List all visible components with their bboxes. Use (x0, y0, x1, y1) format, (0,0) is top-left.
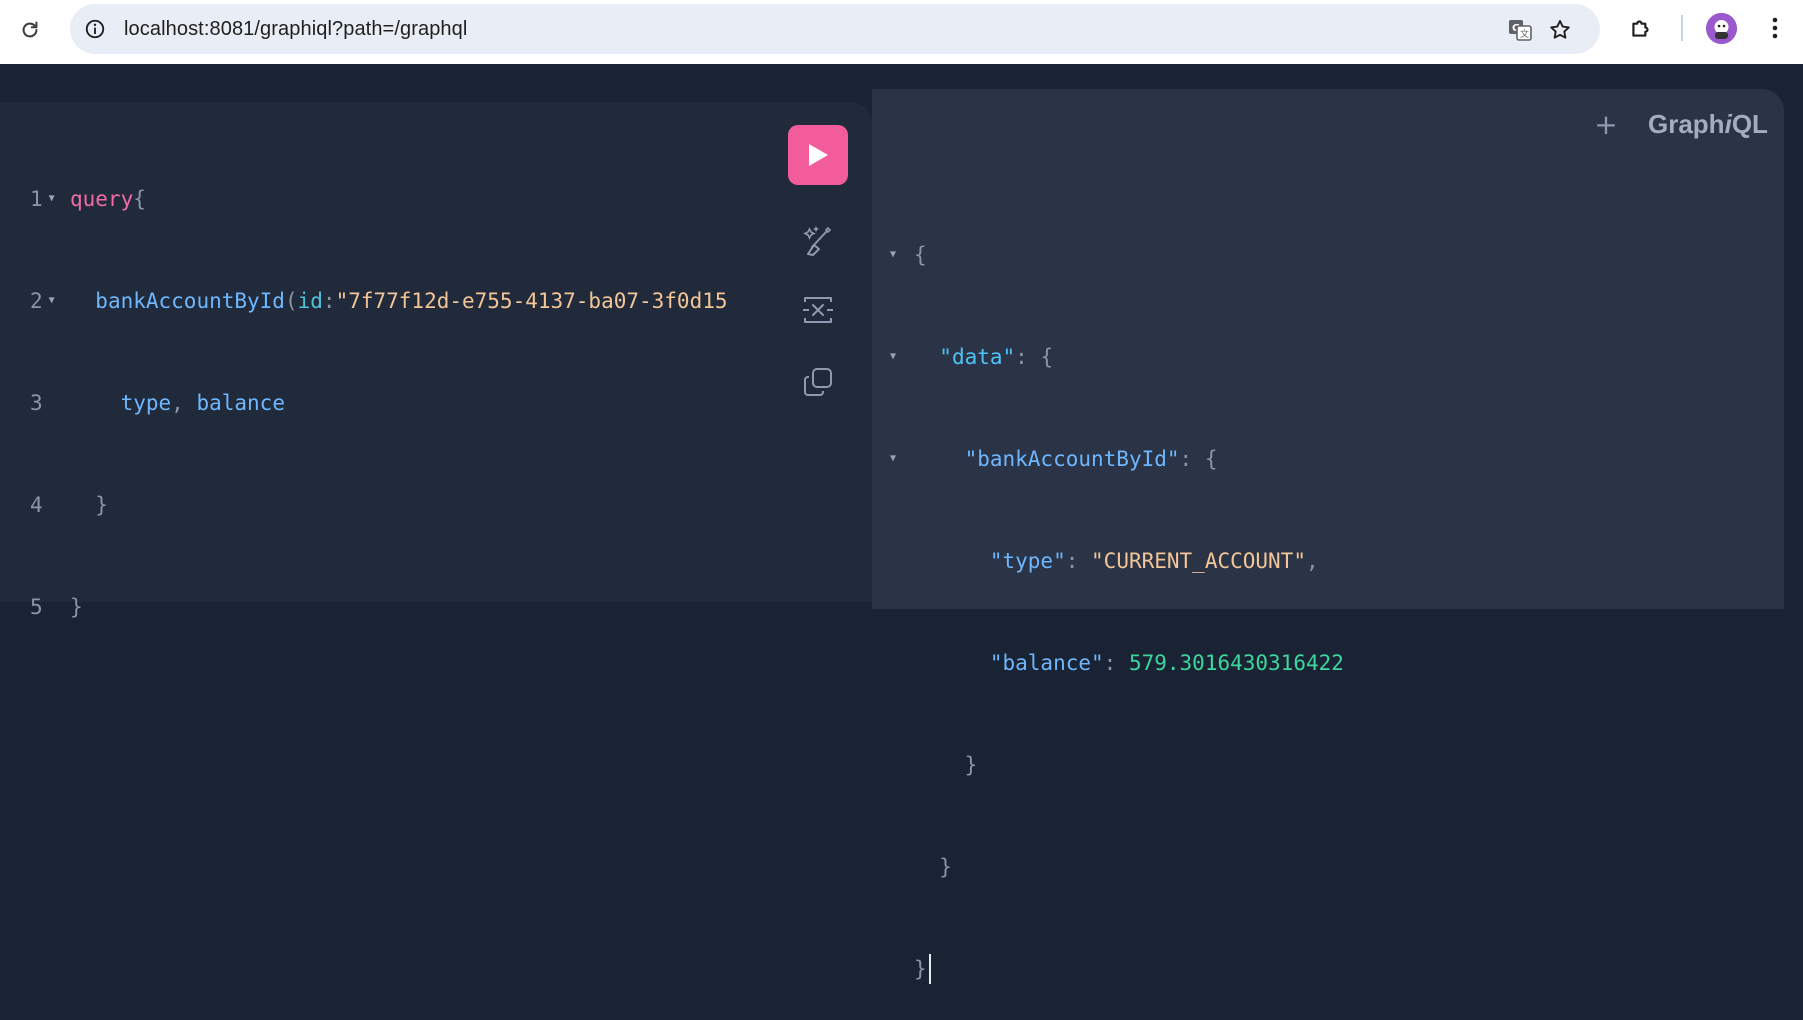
brace: } (95, 493, 108, 517)
colon: : (1065, 549, 1079, 573)
result-value-type: "CURRENT_ACCOUNT" (1091, 549, 1306, 573)
url-text[interactable]: localhost:8081/graphiql?path=/graphql (124, 4, 467, 54)
fold-arrow-icon[interactable]: ▼ (890, 238, 896, 272)
argument-name: id (297, 289, 323, 313)
line-numbers: 1 ▼ 2 ▼ 3 4 5 (30, 114, 70, 658)
profile-avatar[interactable] (1706, 13, 1737, 44)
line-number: 4 (30, 493, 43, 517)
logo-text-italic: i (1724, 109, 1732, 139)
brace: } (914, 957, 927, 981)
brace: { (1040, 345, 1054, 369)
colon: : (322, 289, 336, 313)
translate-icon[interactable]: G文 (1506, 16, 1534, 44)
result-key-balance: "balance" (989, 651, 1104, 675)
comma: , (1305, 549, 1319, 573)
comma: , (171, 391, 184, 415)
fold-arrow-icon[interactable]: ▼ (49, 182, 55, 216)
line-number: 3 (30, 391, 43, 415)
brace: { (133, 187, 146, 211)
run-query-button[interactable] (788, 125, 848, 185)
fold-arrow-icon[interactable]: ▼ (49, 284, 55, 318)
text-cursor (928, 954, 931, 984)
menu-kebab-icon[interactable] (1760, 13, 1790, 43)
line-number: 2 (30, 289, 43, 313)
result-key-data: "data" (939, 345, 1016, 369)
merge-fragments-icon[interactable] (798, 290, 838, 330)
argument-value: "7f77f12d-e755-4137-ba07-3f0d15 (335, 289, 728, 313)
colon: : (1103, 651, 1117, 675)
fold-arrow-icon[interactable]: ▼ (890, 442, 896, 476)
svg-text:文: 文 (1520, 28, 1529, 40)
result-viewer[interactable]: { "data": { "bankAccountById": { "type":… (914, 170, 1344, 1020)
brace: { (1204, 447, 1218, 471)
run-icon (809, 144, 828, 166)
colon: : (1015, 345, 1028, 369)
line-number: 1 (30, 187, 43, 211)
result-value-balance: 579.3016430316422 (1128, 651, 1344, 675)
query-keyword: query (70, 187, 134, 211)
prettify-icon[interactable] (798, 220, 838, 260)
extensions-icon[interactable] (1626, 13, 1656, 43)
result-fold-gutter: ▼ ▼ ▼ (890, 170, 910, 510)
bookmark-star-icon[interactable] (1546, 16, 1574, 44)
result-key-type: "type" (989, 549, 1066, 573)
colon: : (1179, 447, 1193, 471)
query-editor[interactable]: query{ bankAccountById(id: "7f77f12d-e755… (70, 114, 763, 658)
logo-text: QL (1731, 109, 1768, 139)
add-tab-button[interactable]: + (1593, 111, 1619, 139)
graphiql-logo: GraphiQL (1648, 109, 1768, 140)
reload-icon[interactable] (14, 14, 46, 46)
fold-arrow-icon[interactable]: ▼ (890, 340, 896, 374)
brace: { (914, 243, 927, 267)
brace: } (70, 595, 83, 619)
brace: } (939, 855, 952, 879)
line-number: 5 (30, 595, 43, 619)
copy-query-icon[interactable] (798, 362, 838, 402)
site-info-icon[interactable] (80, 14, 110, 44)
address-bar[interactable]: localhost:8081/graphiql?path=/graphql G文 (70, 4, 1600, 54)
subfield-balance: balance (196, 391, 285, 415)
brace: } (964, 753, 978, 777)
query-field: bankAccountById (95, 289, 285, 313)
logo-text: Graph (1648, 109, 1725, 139)
result-key-account: "bankAccountById" (964, 447, 1180, 471)
paren: ( (284, 289, 298, 313)
subfield-type: type (120, 391, 172, 415)
browser-toolbar: localhost:8081/graphiql?path=/graphql G文 (0, 0, 1803, 64)
toolbar-divider (1681, 15, 1683, 41)
